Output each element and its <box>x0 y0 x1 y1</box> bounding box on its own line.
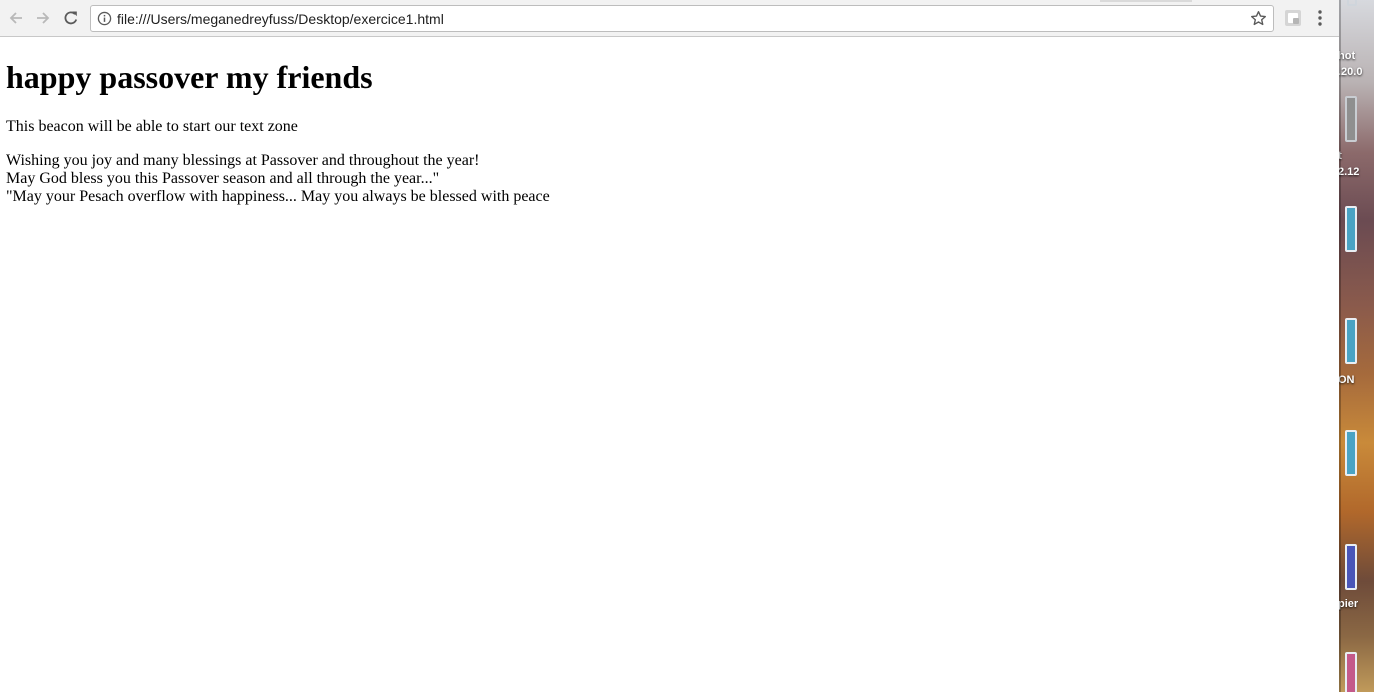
desktop-file-label[interactable]: pier <box>1339 598 1373 611</box>
wish-line: May God bless you this Passover season a… <box>6 170 440 187</box>
browser-toolbar: file:///Users/meganedreyfuss/Desktop/exe… <box>0 0 1339 37</box>
browser-window: file:///Users/meganedreyfuss/Desktop/exe… <box>0 0 1339 692</box>
desktop-file-icon[interactable] <box>1345 430 1357 476</box>
intro-paragraph: This beacon will be able to start our te… <box>6 118 298 135</box>
desktop-background: hot .20.0 t 2.12 ON pier <box>1339 0 1374 692</box>
wish-line: Wishing you joy and many blessings at Pa… <box>6 152 480 169</box>
address-bar[interactable]: file:///Users/meganedreyfuss/Desktop/exe… <box>90 5 1274 32</box>
tab-strip-edge <box>1100 0 1192 2</box>
desktop-file-label[interactable]: hot <box>1339 50 1373 63</box>
kebab-menu-icon[interactable] <box>1312 9 1328 27</box>
desktop-file-icon[interactable] <box>1345 206 1357 252</box>
desktop-file-icon[interactable] <box>1345 96 1357 142</box>
desktop-file-label[interactable]: 2.12 <box>1339 166 1373 179</box>
back-button[interactable] <box>5 7 27 29</box>
desktop-file-icon[interactable] <box>1347 0 1357 6</box>
wish-line: "May your Pesach overflow with happiness… <box>6 188 550 205</box>
desktop-file-label[interactable]: .20.0 <box>1339 66 1373 79</box>
reload-button[interactable] <box>60 7 82 29</box>
forward-button[interactable] <box>32 7 54 29</box>
page-content: happy passover my friends This beacon wi… <box>0 38 1339 692</box>
desktop-file-label[interactable]: ON <box>1339 374 1373 387</box>
page-heading: happy passover my friends <box>6 59 373 95</box>
window-edge-shadow <box>1339 0 1341 692</box>
reload-icon <box>64 11 78 25</box>
desktop-file-icon[interactable] <box>1345 652 1357 692</box>
extension-icon[interactable] <box>1284 9 1302 27</box>
screen: file:///Users/meganedreyfuss/Desktop/exe… <box>0 0 1374 692</box>
info-circle-icon[interactable] <box>97 11 112 26</box>
star-icon[interactable] <box>1250 10 1267 27</box>
wishes-paragraph: Wishing you joy and many blessings at Pa… <box>6 152 550 206</box>
desktop-file-icon[interactable] <box>1345 318 1357 364</box>
desktop-file-label[interactable]: t <box>1339 150 1373 163</box>
desktop-file-icon[interactable] <box>1345 544 1357 590</box>
url-text[interactable]: file:///Users/meganedreyfuss/Desktop/exe… <box>117 11 444 27</box>
arrow-right-icon <box>37 12 50 24</box>
arrow-left-icon <box>9 12 22 24</box>
